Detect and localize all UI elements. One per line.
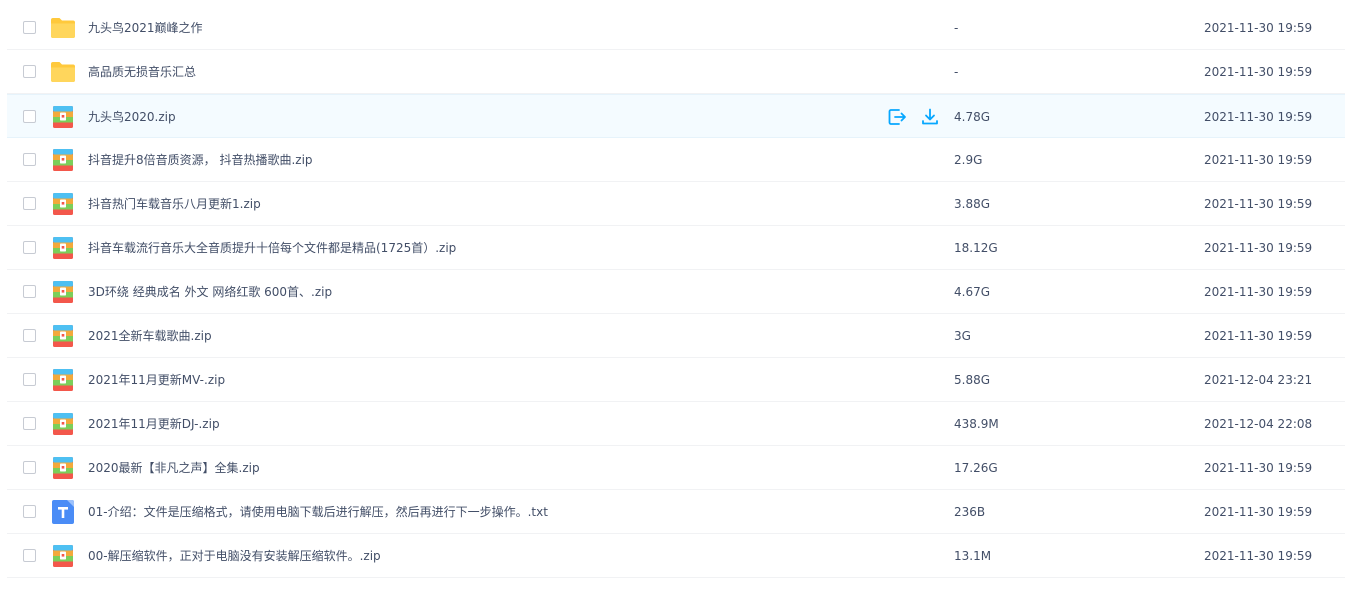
file-size: 4.78G — [954, 110, 991, 124]
file-size: - — [954, 21, 959, 35]
file-size: 236B — [954, 505, 986, 519]
file-size: 13.1M — [954, 549, 992, 563]
file-row[interactable]: 抖音车载流行音乐大全音质提升十倍每个文件都是精品(1725首）.zip 18.12… — [7, 226, 1345, 270]
file-name[interactable]: 抖音热门车载音乐八月更新1.zip — [88, 182, 261, 226]
file-row[interactable]: 2021年11月更新MV-.zip 5.88G 2021-12-04 23:21 — [7, 358, 1345, 402]
file-row[interactable]: 2020最新【非凡之声】全集.zip 17.26G 2021-11-30 19:59 — [7, 446, 1345, 490]
row-checkbox[interactable] — [23, 549, 36, 562]
file-row[interactable]: 3D环绕 经典成名 外文 网络红歌 600首、.zip 4.67G 2021-11-… — [7, 270, 1345, 314]
file-modified-date: 2021-11-30 19:59 — [1204, 285, 1313, 299]
file-modified-date: 2021-11-30 19:59 — [1204, 21, 1313, 35]
file-row[interactable]: 00-解压缩软件，正对于电脑没有安装解压缩软件。.zip 13.1M 2021-11… — [7, 534, 1345, 578]
file-name[interactable]: 九头鸟2021巅峰之作 — [88, 6, 203, 50]
row-checkbox[interactable] — [23, 65, 36, 78]
file-modified-date: 2021-11-30 19:59 — [1204, 505, 1313, 519]
file-size: 5.88G — [954, 373, 991, 387]
file-modified-date: 2021-12-04 23:21 — [1204, 373, 1313, 387]
share-icon[interactable] — [887, 107, 907, 127]
zip-archive-icon — [50, 105, 76, 129]
file-name[interactable]: 01-介绍：文件是压缩格式，请使用电脑下载后进行解压，然后再进行下一步操作。.t… — [88, 490, 548, 534]
file-size: 18.12G — [954, 241, 998, 255]
file-row[interactable]: 高品质无损音乐汇总 - 2021-11-30 19:59 — [7, 50, 1345, 94]
row-checkbox[interactable] — [23, 417, 36, 430]
file-size: 3G — [954, 329, 971, 343]
file-name[interactable]: 2021年11月更新MV-.zip — [88, 358, 225, 402]
file-list: 九头鸟2021巅峰之作 - 2021-11-30 19:59 高品质无损音乐汇总 - 20… — [7, 6, 1345, 578]
file-modified-date: 2021-11-30 19:59 — [1204, 153, 1313, 167]
zip-archive-icon — [50, 236, 76, 260]
file-row[interactable]: 抖音热门车载音乐八月更新1.zip 3.88G 2021-11-30 19:59 — [7, 182, 1345, 226]
file-modified-date: 2021-11-30 19:59 — [1204, 197, 1313, 211]
zip-archive-icon — [50, 148, 76, 172]
download-icon[interactable] — [920, 107, 940, 127]
file-size: 438.9M — [954, 417, 999, 431]
file-name[interactable]: 抖音车载流行音乐大全音质提升十倍每个文件都是精品(1725首）.zip — [88, 226, 456, 270]
file-name[interactable]: 2020最新【非凡之声】全集.zip — [88, 446, 260, 490]
row-checkbox[interactable] — [23, 197, 36, 210]
file-size: - — [954, 65, 959, 79]
file-size: 17.26G — [954, 461, 998, 475]
row-checkbox[interactable] — [23, 329, 36, 342]
file-modified-date: 2021-11-30 19:59 — [1204, 329, 1313, 343]
zip-archive-icon — [50, 412, 76, 436]
row-checkbox[interactable] — [23, 461, 36, 474]
zip-archive-icon — [50, 456, 76, 480]
file-size: 4.67G — [954, 285, 991, 299]
file-modified-date: 2021-11-30 19:59 — [1204, 65, 1313, 79]
file-modified-date: 2021-11-30 19:59 — [1204, 241, 1313, 255]
file-size: 3.88G — [954, 197, 991, 211]
zip-archive-icon — [50, 324, 76, 348]
zip-archive-icon — [50, 544, 76, 568]
folder-icon — [50, 16, 76, 40]
row-checkbox[interactable] — [23, 285, 36, 298]
row-checkbox[interactable] — [23, 153, 36, 166]
file-name[interactable]: 2021全新车载歌曲.zip — [88, 314, 212, 358]
file-modified-date: 2021-11-30 19:59 — [1204, 549, 1313, 563]
file-name[interactable]: 高品质无损音乐汇总 — [88, 50, 196, 94]
file-name[interactable]: 抖音提升8倍音质资源， 抖音热播歌曲.zip — [88, 138, 313, 182]
row-checkbox[interactable] — [23, 21, 36, 34]
row-checkbox[interactable] — [23, 241, 36, 254]
row-checkbox[interactable] — [23, 373, 36, 386]
row-checkbox[interactable] — [23, 505, 36, 518]
file-row[interactable]: 九头鸟2020.zip 4.78G 2021-11-30 19:59 — [7, 94, 1345, 138]
file-row[interactable]: 九头鸟2021巅峰之作 - 2021-11-30 19:59 — [7, 6, 1345, 50]
file-name[interactable]: 2021年11月更新DJ-.zip — [88, 402, 220, 446]
zip-archive-icon — [50, 192, 76, 216]
file-name[interactable]: 00-解压缩软件，正对于电脑没有安装解压缩软件。.zip — [88, 534, 381, 578]
file-row[interactable]: 2021全新车载歌曲.zip 3G 2021-11-30 19:59 — [7, 314, 1345, 358]
file-row[interactable]: 2021年11月更新DJ-.zip 438.9M 2021-12-04 22:08 — [7, 402, 1345, 446]
file-modified-date: 2021-12-04 22:08 — [1204, 417, 1313, 431]
file-modified-date: 2021-11-30 19:59 — [1204, 461, 1313, 475]
folder-icon — [50, 60, 76, 84]
file-name[interactable]: 九头鸟2020.zip — [88, 95, 176, 139]
file-row[interactable]: 01-介绍：文件是压缩格式，请使用电脑下载后进行解压，然后再进行下一步操作。.t… — [7, 490, 1345, 534]
file-name[interactable]: 3D环绕 经典成名 外文 网络红歌 600首、.zip — [88, 270, 332, 314]
zip-archive-icon — [50, 368, 76, 392]
row-checkbox[interactable] — [23, 110, 36, 123]
text-file-icon — [50, 500, 76, 524]
file-size: 2.9G — [954, 153, 983, 167]
zip-archive-icon — [50, 280, 76, 304]
file-modified-date: 2021-11-30 19:59 — [1204, 110, 1313, 124]
file-row[interactable]: 抖音提升8倍音质资源， 抖音热播歌曲.zip 2.9G 2021-11-30 19:… — [7, 138, 1345, 182]
